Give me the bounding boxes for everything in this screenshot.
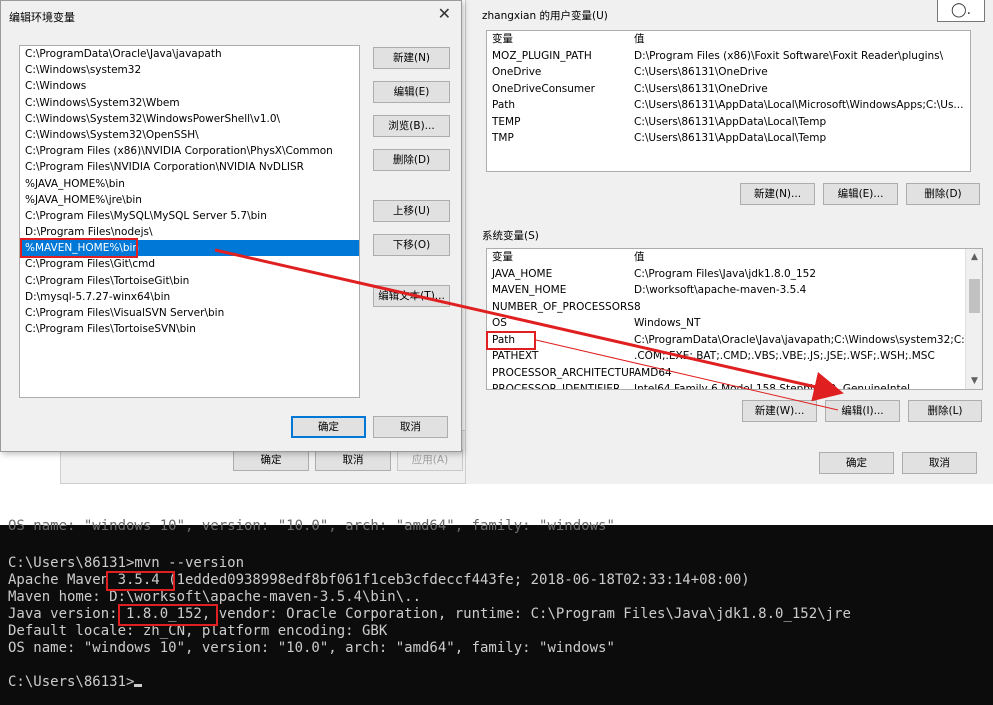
- arrow-to-edit-button: [214, 248, 844, 402]
- arrow-path-to-edit: [535, 339, 839, 411]
- annotation-arrows: [214, 248, 844, 411]
